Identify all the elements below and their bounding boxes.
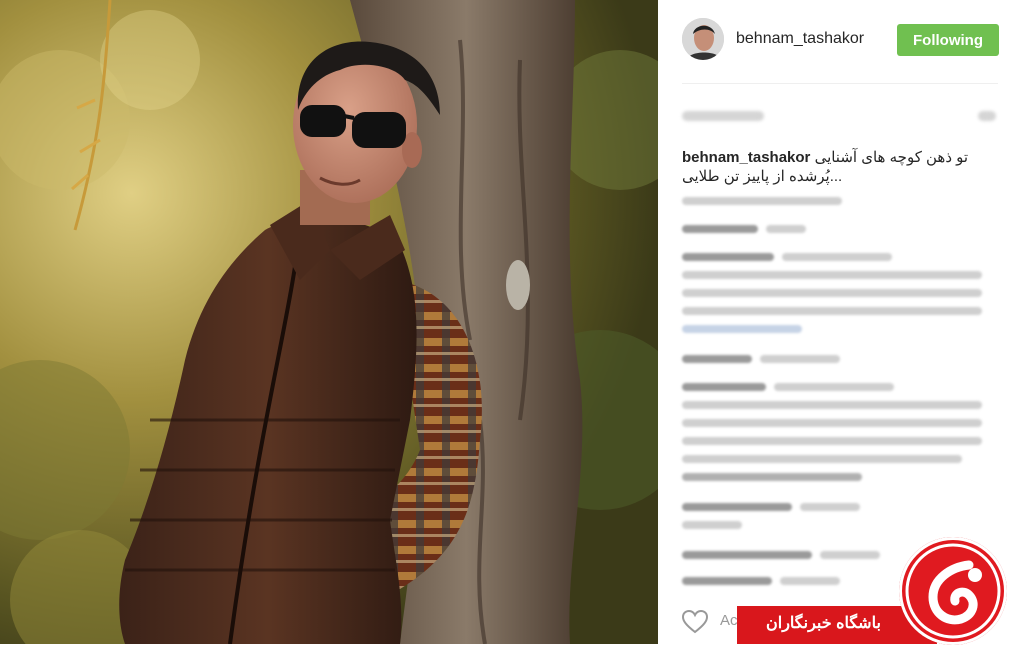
username-link[interactable]: behnam_tashakor — [736, 30, 864, 48]
caption-text-line2: پُرشده از پاییز تن طلایی... — [682, 168, 843, 185]
comment-input[interactable]: Ac — [720, 612, 738, 629]
comment-line — [760, 355, 840, 363]
post-photo[interactable] — [0, 0, 658, 644]
comment-line — [682, 325, 802, 333]
comment-line — [682, 355, 752, 363]
comment-line — [682, 225, 758, 233]
comment-line — [780, 577, 840, 585]
comment-line — [682, 577, 772, 585]
comment-line — [774, 383, 894, 391]
heart-icon[interactable] — [681, 609, 709, 634]
caption-username[interactable]: behnam_tashakor — [682, 149, 810, 166]
watermark-text: باشگاه خبرنگاران — [766, 615, 881, 632]
following-button[interactable]: Following — [897, 24, 999, 56]
comment-line — [682, 289, 982, 297]
comment-line — [820, 551, 880, 559]
comment-line — [682, 383, 766, 391]
header-divider — [682, 83, 998, 84]
comment-line — [682, 271, 982, 279]
comment-line — [682, 419, 982, 427]
comment-line — [682, 473, 862, 481]
comment-line — [682, 401, 982, 409]
likes-count — [682, 107, 998, 125]
comment-line — [682, 551, 812, 559]
comment-line — [682, 307, 982, 315]
comment-line — [682, 253, 774, 261]
watermark-logo-icon — [899, 537, 1007, 645]
post-caption: behnam_tashakor تو ذهن کوچه های آشنایی پ… — [682, 148, 992, 186]
caption-text-line1: تو ذهن کوچه های آشنایی — [814, 149, 969, 166]
comment-line — [682, 521, 742, 529]
comment-line — [682, 437, 982, 445]
comment-line — [782, 253, 892, 261]
comment-line — [800, 503, 860, 511]
comment-line — [682, 503, 792, 511]
comment-line — [766, 225, 806, 233]
comment-line — [682, 197, 842, 205]
post-header: behnam_tashakor Following — [682, 16, 999, 64]
avatar[interactable] — [682, 18, 724, 60]
comment-line — [682, 455, 962, 463]
